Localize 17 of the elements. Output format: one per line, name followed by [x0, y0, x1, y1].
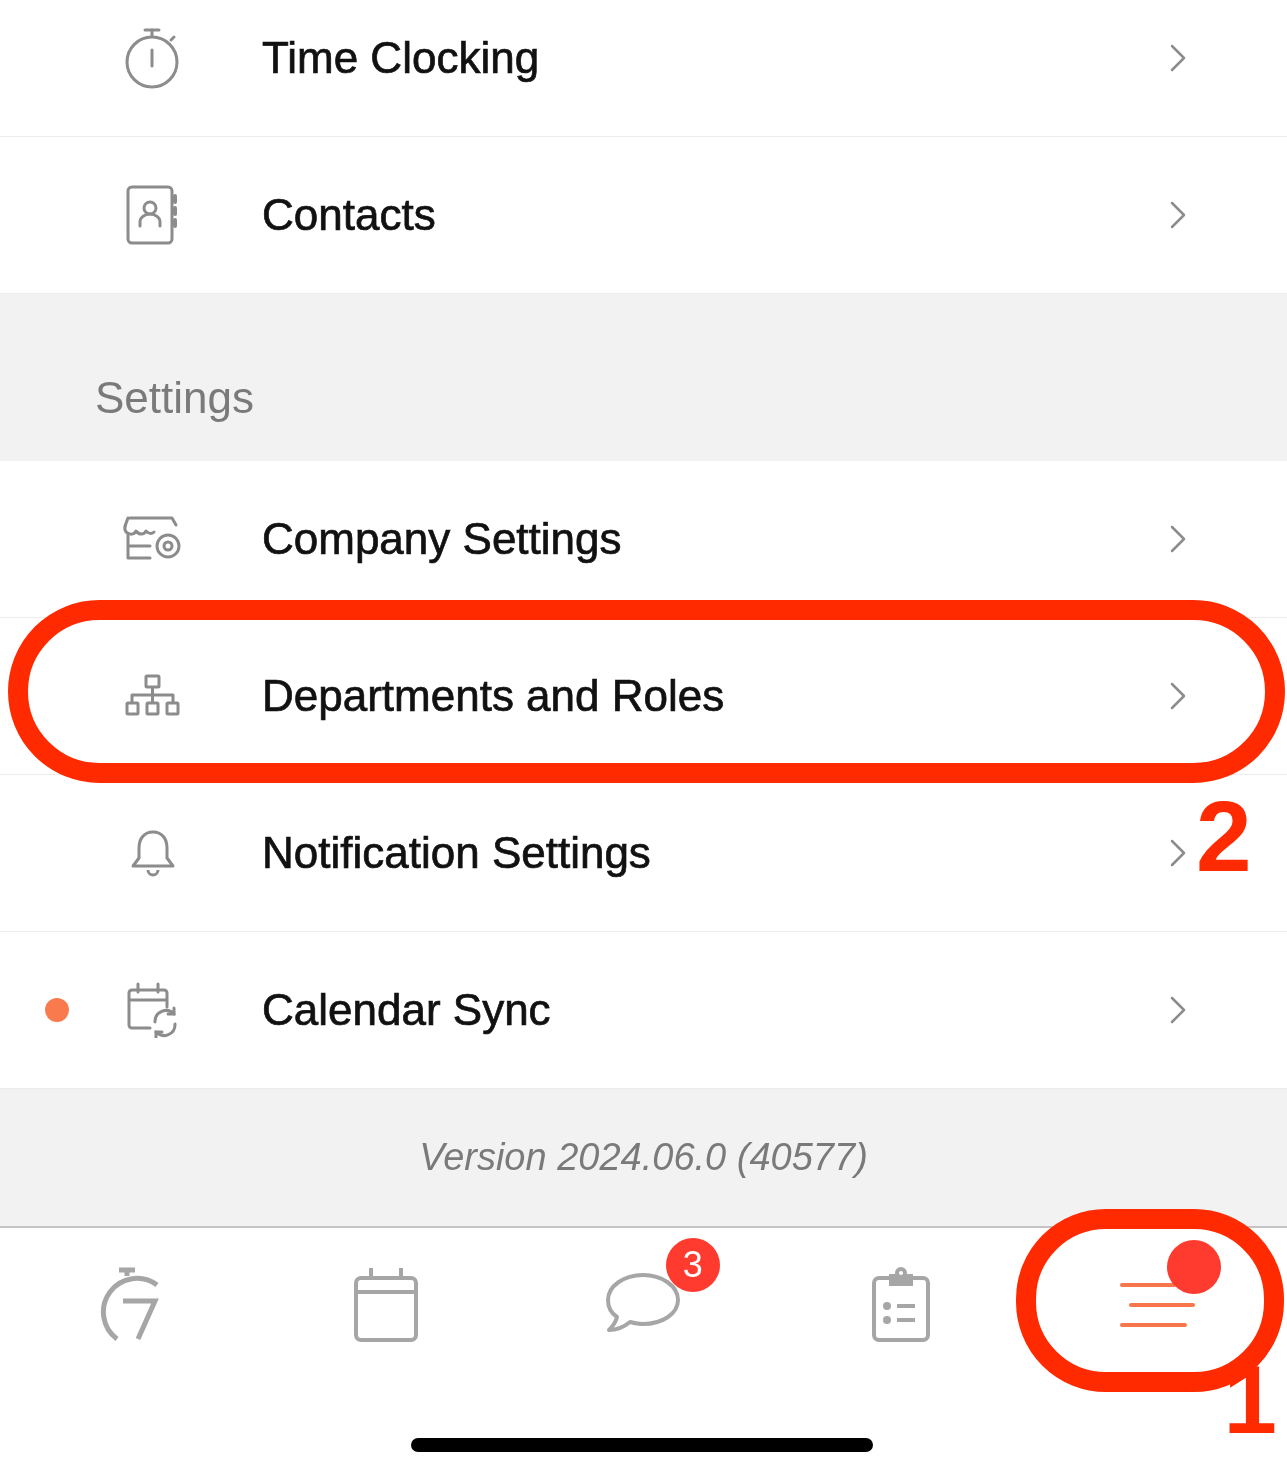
- calendar-icon: [353, 1266, 420, 1342]
- section-header: Settings: [95, 373, 254, 423]
- chevron-right-icon: [1169, 681, 1187, 711]
- chevron-right-icon: [1169, 524, 1187, 554]
- bell-icon: [129, 828, 177, 878]
- version-text: Version 2024.06.0 (40577): [419, 1136, 868, 1179]
- menu-icon: [1119, 1280, 1198, 1328]
- unread-badge: 3: [665, 1238, 720, 1292]
- org-chart-icon: [125, 674, 181, 718]
- tab-button[interactable]: 3: [514, 1228, 773, 1380]
- chevron-right-icon: [1169, 995, 1187, 1025]
- clipboard-icon: [870, 1266, 931, 1342]
- callout-number: 2: [1196, 786, 1252, 886]
- chevron-right-icon: [1169, 43, 1187, 73]
- chevron-right-icon: [1169, 200, 1187, 230]
- timer-icon: [125, 26, 181, 90]
- chevron-right-icon: [1169, 838, 1187, 868]
